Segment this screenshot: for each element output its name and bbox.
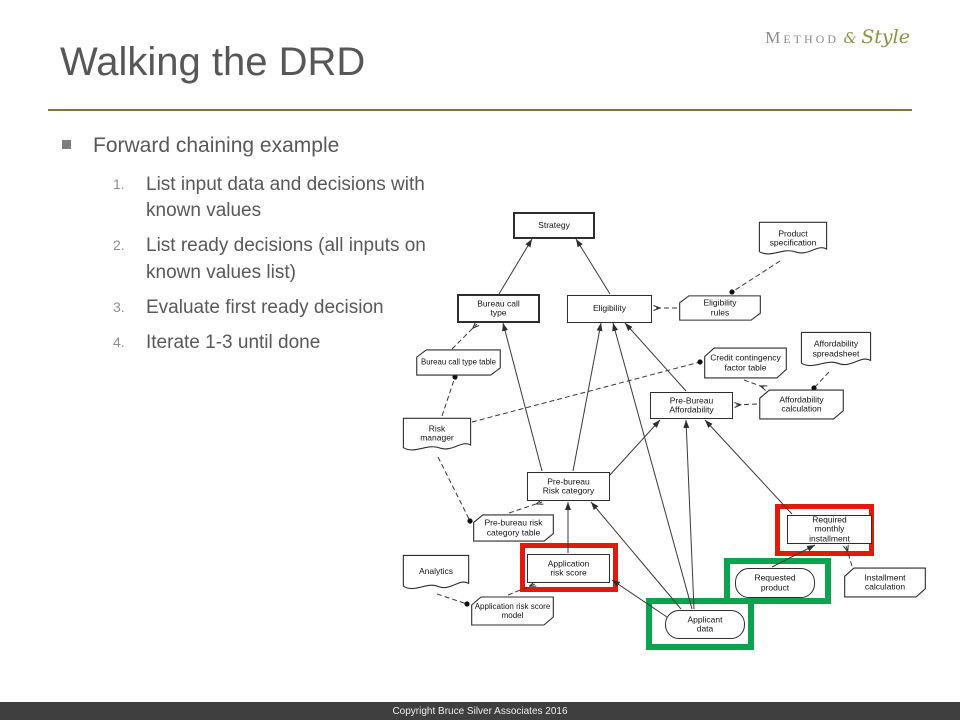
edge-bureau-call-type-to-strategy [499,239,532,294]
node-pre-bureau-risk-category-table: Pre-bureau risk category table [472,514,555,542]
edge-affordability-spreadsheet-to-affordability-calculation [814,372,829,388]
bullet-content: Forward chaining example List input data… [62,134,422,365]
node-affordability-calculation: Affordability calculation [758,389,845,420]
method-and-style-logo: Method & Style [765,26,910,48]
edge-applicant-data-to-application-risk-score [612,580,667,617]
edge-affordability-calculation-to-pre-bureau-affordability [735,404,757,405]
node-strategy: Strategy [513,212,595,239]
edge-risk-manager-to-pre-bureau-risk-category-table [438,457,470,521]
edge-pre-bureau-affordability-to-eligibility [625,323,686,391]
node-bureau-call-type-table: Bureau call type table [415,349,502,376]
node-credit-contingency-factor-table: Credit contingency factor table [703,347,788,379]
edge-bureau-call-type-table-to-bureau-call-type [452,324,477,349]
node-pre-bureau-affordability: Pre-Bureau Affordability [650,392,733,419]
edge-pre-bureau-risk-category-to-eligibility [573,323,601,471]
slide: Walking the DRD Method & Style Forward c… [0,0,960,720]
square-bullet-icon [62,140,71,149]
node-bureau-call-type: Bureau call type [457,294,540,323]
edge-applicant-data-to-pre-bureau-affordability [686,420,694,609]
node-eligibility: Eligibility [567,295,652,323]
copyright-text: Copyright Bruce Silver Associates 2016 [392,706,567,717]
edge-eligibility-to-strategy [576,239,610,294]
edge-pre-bureau-risk-category-to-pre-bureau-affordability [609,420,660,476]
edge-required-monthly-installment-to-pre-bureau-affordability [705,420,792,514]
edge-risk-manager-to-bureau-call-type-table [442,377,455,416]
bullet-heading: Forward chaining example [93,134,339,158]
node-application-risk-score: Application risk score [527,554,610,583]
bullet-heading-row: Forward chaining example [62,134,422,158]
edge-application-risk-score-model-to-application-risk-score [508,584,535,595]
node-eligibility-rules: Eligibility rules [678,295,762,321]
logo-style-text: Style [861,26,910,48]
node-product-specification: Product specification [758,221,828,261]
node-risk-manager: Risk manager [402,417,472,457]
edge-pre-bureau-risk-category-to-bureau-call-type [503,323,542,471]
node-analytics: Analytics [402,554,470,596]
node-application-risk-score-model: Application risk score model [470,596,555,626]
page-title: Walking the DRD [60,40,365,85]
node-applicant-data: Applicant data [665,610,745,639]
title-divider-line [48,109,912,111]
logo-method-text: Method [765,28,839,47]
edge-product-specification-to-eligibility-rules [732,261,780,292]
edge-pre-bureau-risk-category-table-to-pre-bureau-risk-category [509,502,542,513]
edge-installment-calculation-to-required-monthly-installment [846,546,852,566]
node-pre-bureau-risk-category: Pre-bureau Risk category [527,472,610,501]
node-requested-product: Requested product [735,568,815,598]
node-installment-calculation: Installment calculation [843,567,927,598]
numbered-step-list: List input data and decisions with known… [62,172,438,356]
node-affordability-spreadsheet: Affordability spreadsheet [800,331,872,373]
edge-applicant-data-to-eligibility [613,323,692,609]
drd-diagram: Strategy Bureau call type Eligibility El… [395,205,940,667]
logo-ampersand: & [843,29,856,47]
edge-requested-product-to-required-monthly-installment [772,545,815,567]
node-required-monthly-installment: Required monthly installment [787,515,872,544]
footer-bar: Copyright Bruce Silver Associates 2016 [0,702,960,720]
edge-credit-contingency-factor-table-to-affordability-calculation [744,380,766,388]
